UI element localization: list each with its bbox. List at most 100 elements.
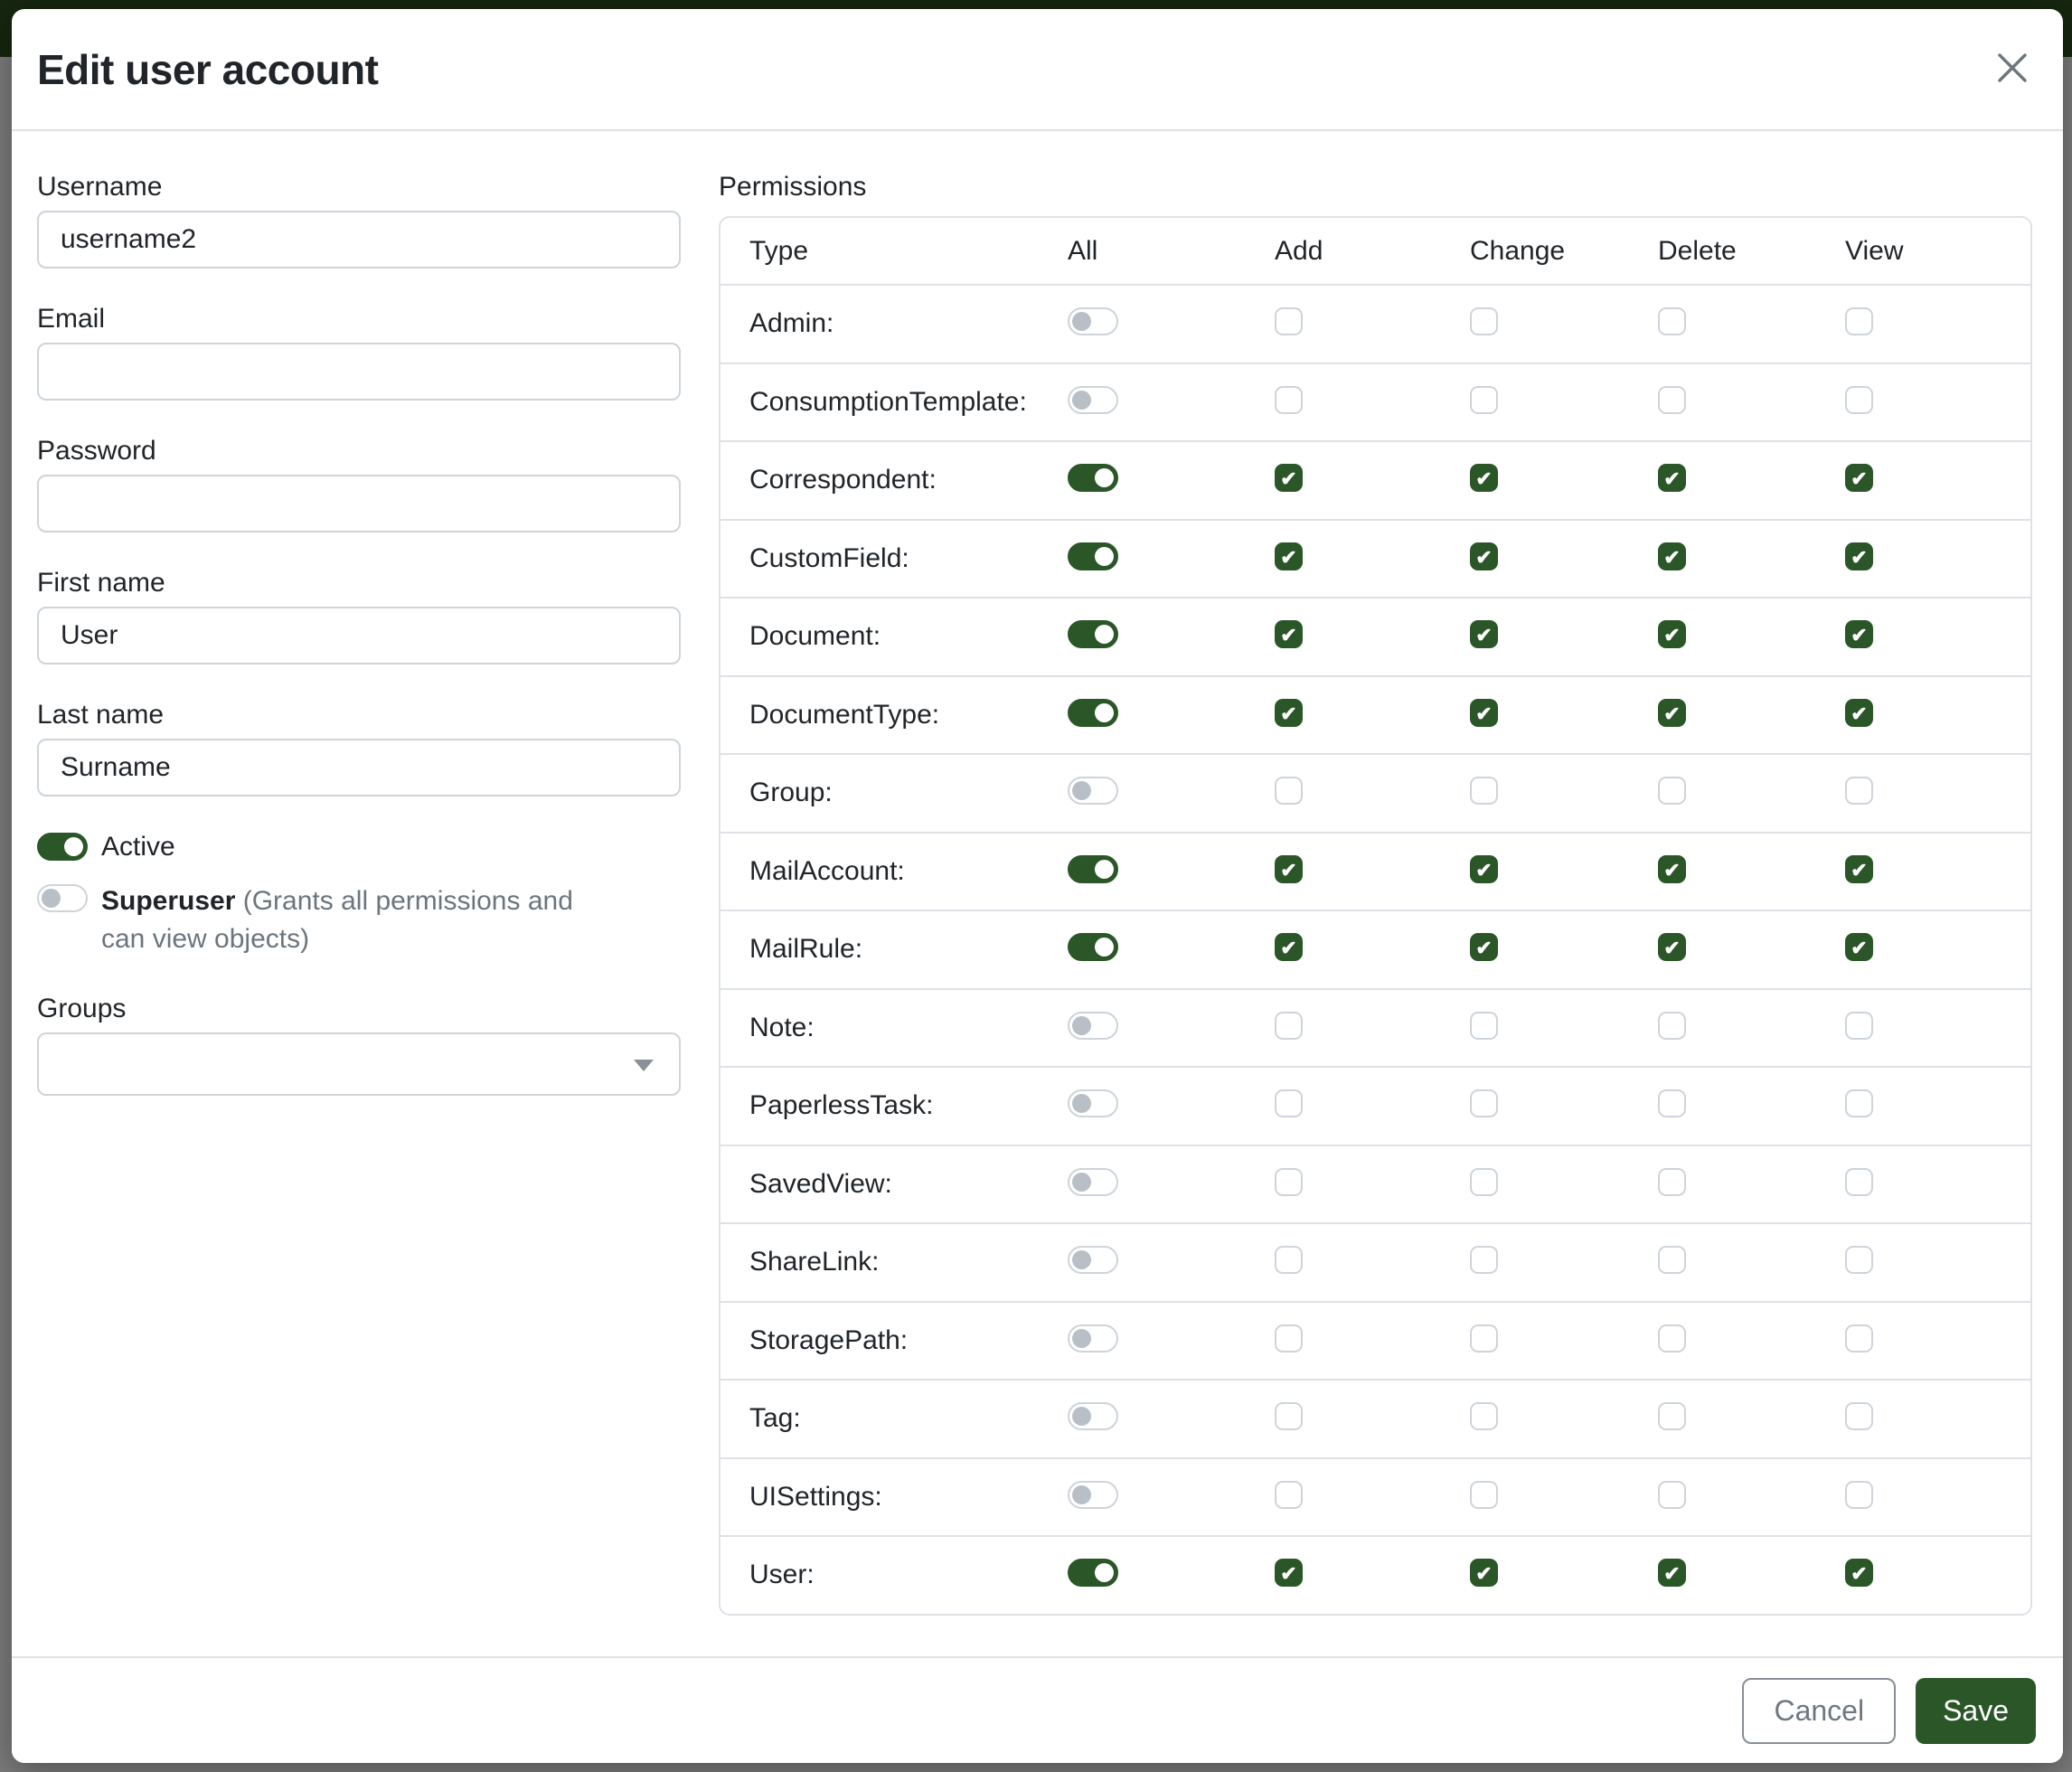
- permission-delete-checkbox[interactable]: [1658, 699, 1686, 727]
- permission-delete-checkbox[interactable]: [1658, 1246, 1686, 1274]
- permission-add-checkbox[interactable]: [1275, 1168, 1303, 1196]
- permission-all-toggle[interactable]: [1068, 777, 1118, 805]
- permission-all-toggle[interactable]: [1068, 1168, 1118, 1196]
- permission-view-checkbox[interactable]: [1845, 1559, 1873, 1587]
- permission-view-checkbox[interactable]: [1845, 1168, 1873, 1196]
- permission-view-checkbox[interactable]: [1845, 1481, 1873, 1509]
- permission-all-toggle[interactable]: [1068, 386, 1118, 414]
- column-header-view: View: [1816, 236, 2030, 267]
- permission-delete-checkbox[interactable]: [1658, 1559, 1686, 1587]
- permission-view-checkbox[interactable]: [1845, 777, 1873, 805]
- permission-all-toggle[interactable]: [1068, 1246, 1118, 1274]
- permission-view-checkbox[interactable]: [1845, 699, 1873, 727]
- permission-add-checkbox[interactable]: [1275, 620, 1303, 648]
- permission-all-toggle[interactable]: [1068, 1089, 1118, 1117]
- permission-delete-checkbox[interactable]: [1658, 542, 1686, 570]
- permission-delete-checkbox[interactable]: [1658, 1481, 1686, 1509]
- permission-change-checkbox[interactable]: [1470, 542, 1498, 570]
- permission-view-checkbox[interactable]: [1845, 386, 1873, 414]
- permission-all-toggle[interactable]: [1068, 699, 1118, 727]
- permission-add-checkbox[interactable]: [1275, 386, 1303, 414]
- permission-delete-checkbox[interactable]: [1658, 1168, 1686, 1196]
- permission-delete-checkbox[interactable]: [1658, 1089, 1686, 1117]
- permission-view-checkbox[interactable]: [1845, 1246, 1873, 1274]
- permission-change-checkbox[interactable]: [1470, 464, 1498, 492]
- permission-delete-checkbox[interactable]: [1658, 777, 1686, 805]
- permission-add-checkbox[interactable]: [1275, 1402, 1303, 1430]
- permission-add-checkbox[interactable]: [1275, 1012, 1303, 1040]
- permission-all-toggle[interactable]: [1068, 1012, 1118, 1040]
- email-label: Email: [37, 303, 681, 335]
- first-name-input[interactable]: [37, 607, 681, 664]
- permission-change-checkbox[interactable]: [1470, 1246, 1498, 1274]
- permission-delete-checkbox[interactable]: [1658, 1012, 1686, 1040]
- permission-add-checkbox[interactable]: [1275, 1481, 1303, 1509]
- permission-change-checkbox[interactable]: [1470, 933, 1498, 961]
- permission-add-checkbox[interactable]: [1275, 1559, 1303, 1587]
- permission-add-checkbox[interactable]: [1275, 307, 1303, 335]
- permission-change-checkbox[interactable]: [1470, 699, 1498, 727]
- permission-view-checkbox[interactable]: [1845, 620, 1873, 648]
- permission-add-checkbox[interactable]: [1275, 1089, 1303, 1117]
- permission-view-checkbox[interactable]: [1845, 1012, 1873, 1040]
- permission-add-checkbox[interactable]: [1275, 542, 1303, 570]
- permission-all-toggle[interactable]: [1068, 307, 1118, 335]
- permission-add-checkbox[interactable]: [1275, 777, 1303, 805]
- permission-all-toggle[interactable]: [1068, 542, 1118, 570]
- permission-view-checkbox[interactable]: [1845, 933, 1873, 961]
- username-input[interactable]: [37, 211, 681, 269]
- permission-view-checkbox[interactable]: [1845, 855, 1873, 883]
- password-input[interactable]: [37, 475, 681, 533]
- permission-change-checkbox[interactable]: [1470, 1324, 1498, 1353]
- cancel-button[interactable]: Cancel: [1742, 1678, 1896, 1744]
- permission-change-checkbox[interactable]: [1470, 620, 1498, 648]
- last-name-input[interactable]: [37, 739, 681, 796]
- permission-all-toggle[interactable]: [1068, 933, 1118, 961]
- permission-view-checkbox[interactable]: [1845, 1324, 1873, 1353]
- permission-all-toggle[interactable]: [1068, 855, 1118, 883]
- permission-change-checkbox[interactable]: [1470, 855, 1498, 883]
- permission-add-checkbox[interactable]: [1275, 1324, 1303, 1353]
- permission-view-checkbox[interactable]: [1845, 1089, 1873, 1117]
- groups-select[interactable]: [37, 1032, 681, 1096]
- permission-add-checkbox[interactable]: [1275, 1246, 1303, 1274]
- permission-change-checkbox[interactable]: [1470, 777, 1498, 805]
- permission-change-checkbox[interactable]: [1470, 1481, 1498, 1509]
- permission-view-checkbox[interactable]: [1845, 464, 1873, 492]
- permission-all-toggle[interactable]: [1068, 620, 1118, 648]
- active-toggle[interactable]: [37, 833, 88, 861]
- permission-all-toggle[interactable]: [1068, 1324, 1118, 1353]
- permission-view-checkbox[interactable]: [1845, 1402, 1873, 1430]
- permission-add-checkbox[interactable]: [1275, 464, 1303, 492]
- permission-all-toggle[interactable]: [1068, 1402, 1118, 1430]
- permission-change-checkbox[interactable]: [1470, 1089, 1498, 1117]
- permission-delete-checkbox[interactable]: [1658, 620, 1686, 648]
- permission-delete-checkbox[interactable]: [1658, 307, 1686, 335]
- close-button[interactable]: [1989, 46, 2036, 93]
- permission-delete-checkbox[interactable]: [1658, 933, 1686, 961]
- permission-row: ShareLink:: [720, 1222, 2030, 1301]
- permission-delete-checkbox[interactable]: [1658, 464, 1686, 492]
- permission-change-checkbox[interactable]: [1470, 1559, 1498, 1587]
- permission-all-toggle[interactable]: [1068, 1559, 1118, 1587]
- permission-change-checkbox[interactable]: [1470, 307, 1498, 335]
- last-name-label: Last name: [37, 699, 681, 731]
- permission-delete-checkbox[interactable]: [1658, 855, 1686, 883]
- permission-add-checkbox[interactable]: [1275, 933, 1303, 961]
- permission-delete-checkbox[interactable]: [1658, 386, 1686, 414]
- permission-all-toggle[interactable]: [1068, 1481, 1118, 1509]
- permission-view-checkbox[interactable]: [1845, 542, 1873, 570]
- permission-change-checkbox[interactable]: [1470, 1402, 1498, 1430]
- permission-change-checkbox[interactable]: [1470, 1012, 1498, 1040]
- permission-all-toggle[interactable]: [1068, 464, 1118, 492]
- email-input[interactable]: [37, 343, 681, 401]
- permission-change-checkbox[interactable]: [1470, 1168, 1498, 1196]
- superuser-toggle[interactable]: [37, 884, 88, 912]
- permission-delete-checkbox[interactable]: [1658, 1402, 1686, 1430]
- permission-add-checkbox[interactable]: [1275, 855, 1303, 883]
- permission-view-checkbox[interactable]: [1845, 307, 1873, 335]
- permission-add-checkbox[interactable]: [1275, 699, 1303, 727]
- permission-delete-checkbox[interactable]: [1658, 1324, 1686, 1353]
- save-button[interactable]: Save: [1916, 1678, 2036, 1744]
- permission-change-checkbox[interactable]: [1470, 386, 1498, 414]
